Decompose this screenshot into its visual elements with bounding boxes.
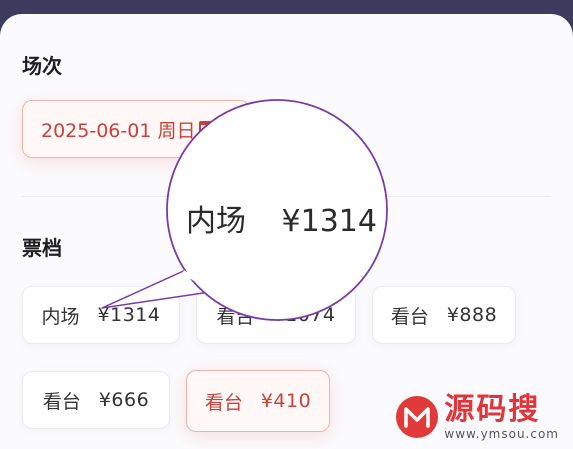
watermark: 源码搜 www.ymsou.com bbox=[396, 393, 559, 441]
tier-price: ¥410 bbox=[260, 390, 312, 412]
tier-price: ¥888 bbox=[446, 304, 498, 326]
tier-name: 看台 bbox=[216, 305, 255, 328]
tier-chip-3[interactable]: 看台 ¥888 bbox=[372, 286, 516, 344]
tier-price: ¥1074 bbox=[272, 304, 336, 326]
watermark-title: 源码搜 bbox=[444, 392, 541, 427]
session-date-chip[interactable]: 2025-06-01 周日 bbox=[22, 100, 250, 158]
tier-section-title: 票档 bbox=[22, 236, 62, 260]
tier-price: ¥666 bbox=[98, 389, 150, 411]
watermark-logo-icon bbox=[396, 396, 439, 438]
watermark-url: www.ymsou.com bbox=[444, 427, 559, 441]
tier-chip-4[interactable]: 看台 ¥666 bbox=[22, 371, 170, 429]
tier-name: 看台 bbox=[42, 390, 81, 413]
magnifier-tier-name: 内场 bbox=[186, 204, 246, 239]
tier-chip-2[interactable]: 看台 ¥1074 bbox=[196, 286, 356, 344]
tier-name: 看台 bbox=[204, 391, 243, 414]
magnifier-text: 内场 ¥1314 bbox=[186, 196, 377, 240]
tier-name: 内场 bbox=[41, 305, 80, 328]
tier-price: ¥1314 bbox=[97, 304, 161, 326]
session-section-title: 场次 bbox=[22, 54, 62, 78]
tier-name: 看台 bbox=[390, 305, 429, 328]
magnifier-tier-price: ¥1314 bbox=[281, 204, 377, 239]
calendar-icon bbox=[199, 121, 214, 137]
tier-chip-1[interactable]: 内场 ¥1314 bbox=[22, 286, 180, 344]
tier-chip-5-selected[interactable]: 看台 ¥410 bbox=[186, 370, 330, 432]
session-date-label: 2025-06-01 周日 bbox=[41, 119, 196, 142]
